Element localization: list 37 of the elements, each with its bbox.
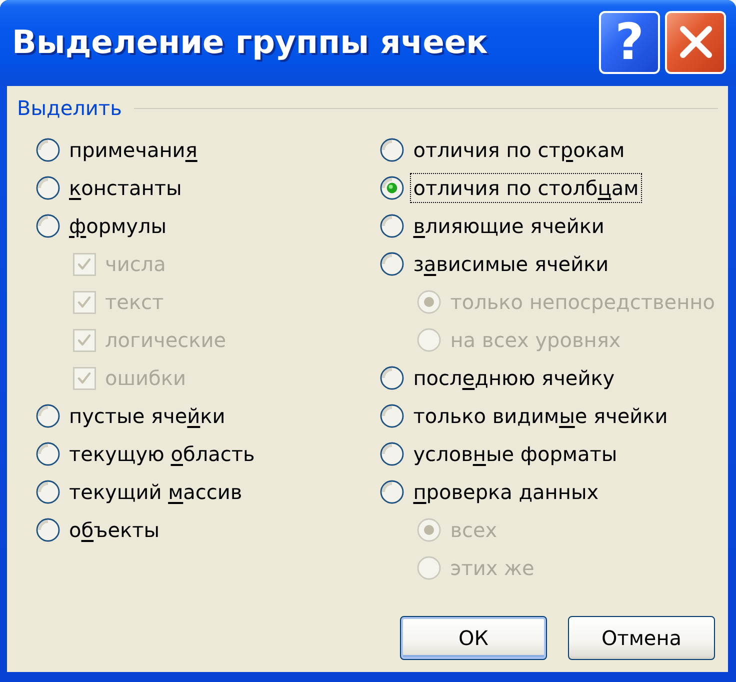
option-label[interactable]: объекты — [66, 515, 163, 545]
option-label[interactable]: проверка данных — [410, 477, 602, 507]
radio-button[interactable] — [380, 252, 404, 276]
group-label: Выделить — [17, 96, 122, 120]
radio-button[interactable] — [380, 138, 404, 162]
option-label[interactable]: текущий массив — [66, 477, 246, 507]
option-label[interactable]: текущую область — [66, 439, 258, 469]
radio-button[interactable] — [380, 366, 404, 390]
option-label[interactable]: константы — [66, 173, 185, 203]
radio-button[interactable] — [380, 442, 404, 466]
radio-button[interactable] — [380, 176, 404, 200]
radio-button[interactable] — [36, 214, 60, 238]
close-icon — [678, 25, 712, 59]
radio-button[interactable] — [36, 480, 60, 504]
ok-button[interactable]: ОК — [400, 616, 547, 660]
radio-button[interactable] — [36, 176, 60, 200]
close-button[interactable] — [665, 10, 726, 74]
radio-button[interactable] — [36, 404, 60, 428]
option-label[interactable]: формулы — [66, 211, 170, 241]
option-label[interactable]: влияющие ячейки — [410, 211, 608, 241]
option-label[interactable]: пустые ячейки — [66, 401, 228, 431]
option-label[interactable]: только видимые ячейки — [410, 401, 671, 431]
option-label[interactable]: отличия по строкам — [410, 135, 628, 165]
radio-button[interactable] — [36, 138, 60, 162]
radio-button[interactable] — [380, 480, 404, 504]
radio-button[interactable] — [36, 442, 60, 466]
option-label[interactable]: отличия по столбцам — [410, 173, 642, 203]
option-label[interactable]: последнюю ячейку — [410, 363, 618, 393]
radio-button[interactable] — [380, 404, 404, 428]
window-title: Выделение группы ячеек — [12, 22, 488, 62]
help-button[interactable]: ? — [599, 10, 660, 74]
option-label[interactable]: условные форматы — [410, 439, 620, 469]
option-label[interactable]: зависимые ячейки — [410, 249, 612, 279]
radio-button[interactable] — [36, 518, 60, 542]
cancel-button[interactable]: Отмена — [568, 616, 715, 660]
option-label[interactable]: примечания — [66, 135, 200, 165]
radio-button[interactable] — [380, 214, 404, 238]
